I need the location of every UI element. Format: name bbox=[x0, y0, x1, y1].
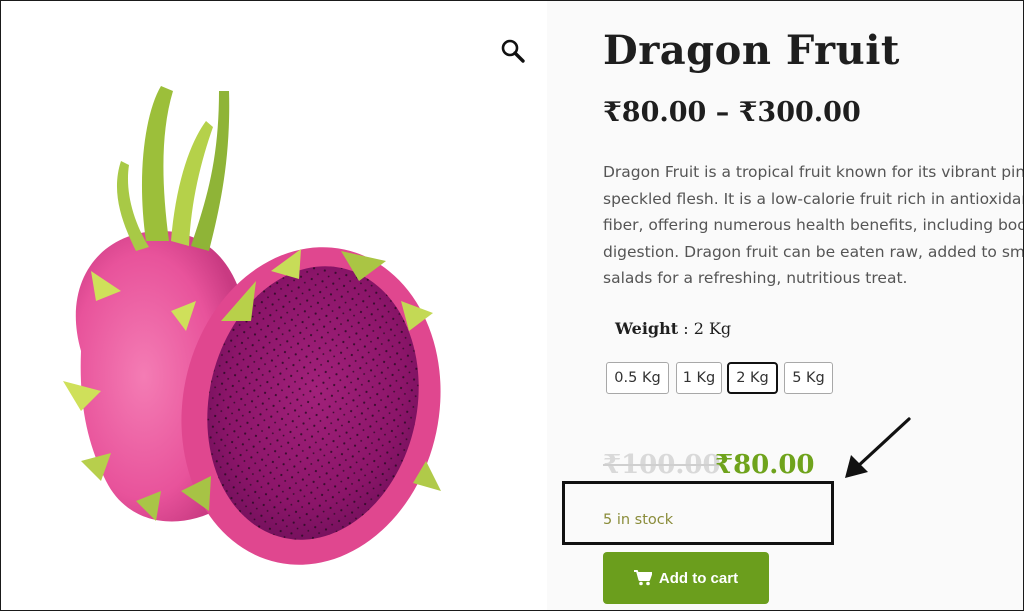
weight-option-5kg[interactable]: 5 Kg bbox=[784, 362, 833, 394]
product-gallery bbox=[1, 1, 547, 610]
weight-attribute-label: Weight : 2 Kg bbox=[615, 319, 731, 338]
product-title: Dragon Fruit bbox=[603, 27, 900, 74]
weight-selected-value: 2 Kg bbox=[693, 319, 732, 338]
product-description: Dragon Fruit is a tropical fruit known f… bbox=[603, 159, 1024, 292]
product-page: Dragon Fruit ₹80.00 – ₹300.00 Dragon Fru… bbox=[0, 0, 1024, 611]
weight-separator: : bbox=[678, 319, 694, 338]
description-line: speckled flesh. It is a low-calorie frui… bbox=[603, 189, 1024, 208]
magnifier-icon[interactable] bbox=[499, 37, 527, 65]
product-image[interactable] bbox=[41, 81, 461, 571]
description-line: Dragon Fruit is a tropical fruit known f… bbox=[603, 163, 1024, 181]
description-line: digestion. Dragon fruit can be eaten raw… bbox=[603, 242, 1024, 261]
weight-label: Weight bbox=[615, 319, 679, 338]
description-line: fiber, offering numerous health benefits… bbox=[603, 216, 1024, 234]
sale-price: ₹80.00 bbox=[715, 450, 815, 480]
add-to-cart-button[interactable]: Add to cart bbox=[603, 552, 769, 604]
weight-option-1kg[interactable]: 1 Kg bbox=[676, 362, 722, 394]
regular-price-strikethrough: ₹100.00 bbox=[603, 450, 721, 480]
price-range: ₹80.00 – ₹300.00 bbox=[603, 97, 861, 128]
weight-option-0-5kg[interactable]: 0.5 Kg bbox=[606, 362, 669, 394]
add-to-cart-label: Add to cart bbox=[658, 569, 739, 587]
weight-option-2kg-selected[interactable]: 2 Kg bbox=[727, 362, 778, 394]
arrow-annotation-icon bbox=[845, 417, 911, 478]
stock-status: 5 in stock bbox=[603, 512, 674, 528]
description-line: salads for a refreshing, nutritious trea… bbox=[603, 269, 908, 287]
shopping-cart-icon bbox=[633, 570, 652, 586]
